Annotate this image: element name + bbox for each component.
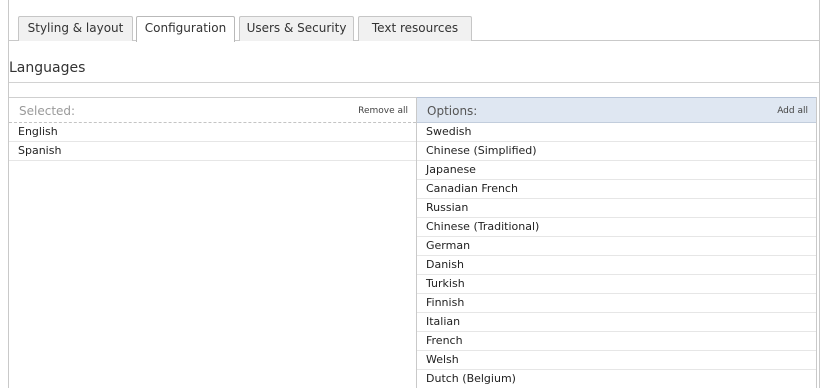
selected-language-item[interactable]: Spanish bbox=[9, 142, 416, 161]
settings-panel: Styling & layout Configuration Users & S… bbox=[8, 0, 820, 388]
option-language-item[interactable]: Chinese (Simplified) bbox=[417, 142, 816, 161]
option-language-item[interactable]: Turkish bbox=[417, 275, 816, 294]
selected-header-label: Selected: bbox=[19, 104, 76, 118]
option-language-item[interactable]: French bbox=[417, 332, 816, 351]
options-languages-panel: Options: Add all Swedish Chinese (Simplif… bbox=[416, 97, 817, 388]
tab-configuration[interactable]: Configuration bbox=[136, 16, 235, 42]
option-language-item[interactable]: Japanese bbox=[417, 161, 816, 180]
option-language-item[interactable]: Finnish bbox=[417, 294, 816, 313]
remove-all-button[interactable]: Remove all bbox=[358, 98, 408, 124]
selected-languages-panel: Selected: Remove all English Spanish bbox=[9, 97, 416, 388]
option-language-item[interactable]: Chinese (Traditional) bbox=[417, 218, 816, 237]
tab-users-security[interactable]: Users & Security bbox=[239, 16, 354, 41]
option-language-item[interactable]: Danish bbox=[417, 256, 816, 275]
section-divider bbox=[9, 82, 819, 83]
tab-text-resources[interactable]: Text resources bbox=[358, 16, 472, 41]
tab-styling-layout[interactable]: Styling & layout bbox=[18, 16, 133, 41]
selected-list: English Spanish bbox=[9, 123, 416, 161]
option-language-item[interactable]: Dutch (Belgium) bbox=[417, 370, 816, 388]
option-language-item[interactable]: Russian bbox=[417, 199, 816, 218]
option-language-item[interactable]: Italian bbox=[417, 313, 816, 332]
section-title: Languages bbox=[9, 60, 86, 76]
options-header-label: Options: bbox=[427, 104, 478, 118]
options-header: Options: Add all bbox=[417, 97, 816, 123]
option-language-item[interactable]: Swedish bbox=[417, 123, 816, 142]
tab-bar: Styling & layout Configuration Users & S… bbox=[9, 16, 819, 42]
option-language-item[interactable]: Canadian French bbox=[417, 180, 816, 199]
options-list: Swedish Chinese (Simplified) Japanese Canad… bbox=[417, 123, 816, 388]
option-language-item[interactable]: Welsh bbox=[417, 351, 816, 370]
add-all-button[interactable]: Add all bbox=[777, 98, 808, 124]
selected-language-item[interactable]: English bbox=[9, 123, 416, 142]
option-language-item[interactable]: German bbox=[417, 237, 816, 256]
selected-header: Selected: Remove all bbox=[9, 97, 416, 123]
